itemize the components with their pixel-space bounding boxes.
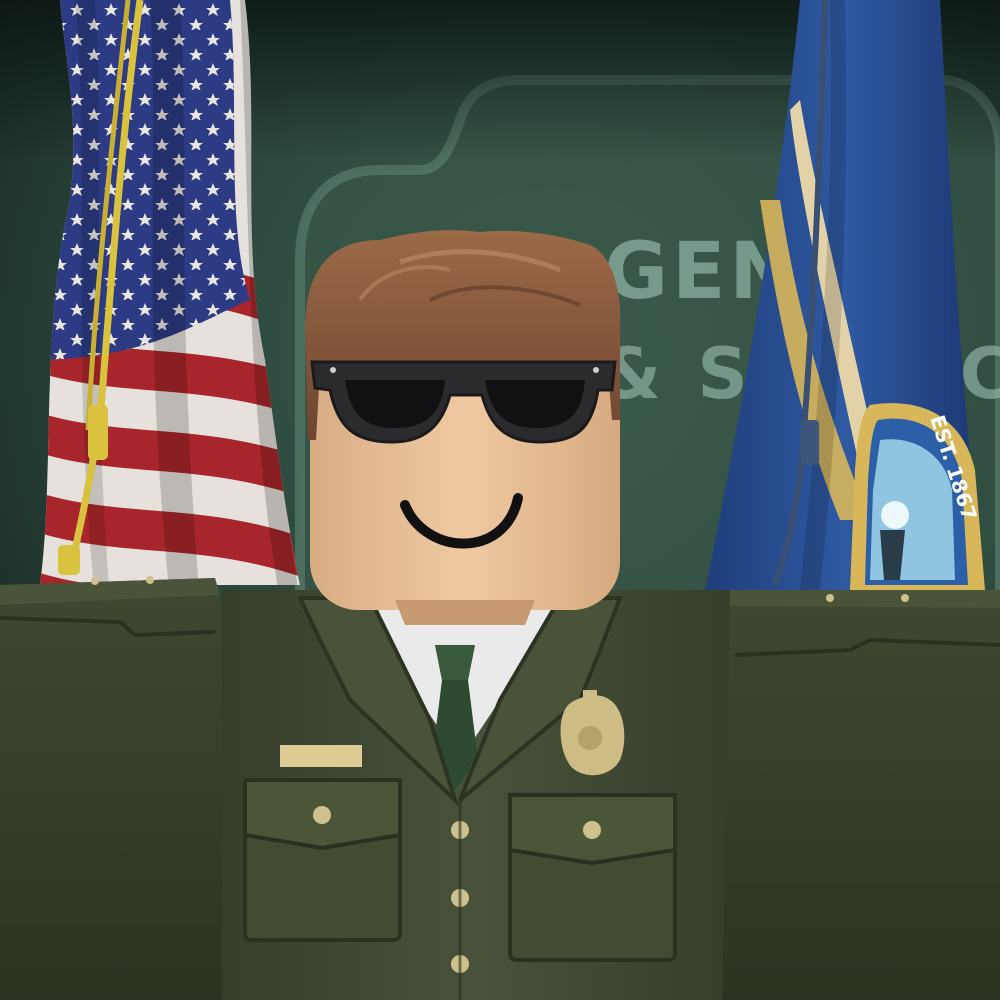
right-arm [720,590,1000,1000]
nameplate-icon [280,745,362,767]
right-chest-pocket [508,793,677,962]
avatar-head [305,230,621,625]
game-render-scene: RGENCY & SERVIC [0,0,1000,1000]
left-arm [0,576,222,1000]
left-chest-pocket [243,778,402,942]
torso-uniform [222,590,730,1000]
